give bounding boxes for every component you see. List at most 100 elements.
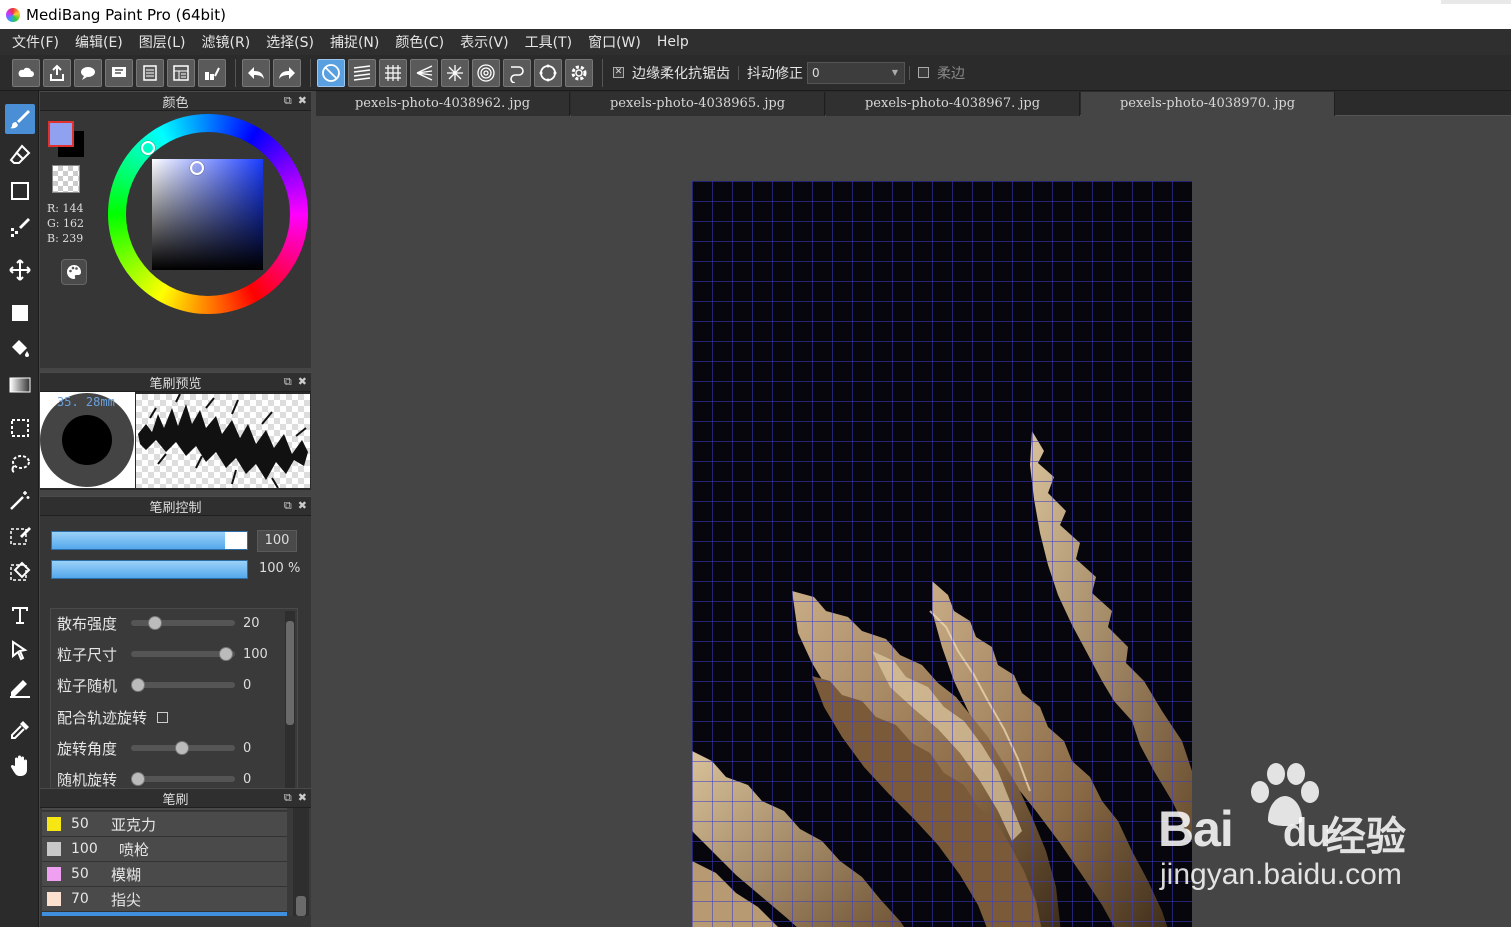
close-icon[interactable]: ✖: [298, 375, 307, 389]
grid-snap-icon[interactable]: [379, 58, 407, 87]
menu-select[interactable]: 选择(S): [258, 32, 322, 52]
soft-edge-checkbox[interactable]: [918, 67, 929, 78]
snap-off-icon[interactable]: [317, 58, 345, 87]
g-value: G: 162: [47, 217, 84, 230]
tab-document-2[interactable]: pexels-photo-4038965. jpg: [571, 92, 825, 116]
saturation-value-square[interactable]: [152, 159, 263, 270]
list-item[interactable]: 50 模糊: [42, 862, 287, 887]
brush-size-value[interactable]: 100: [257, 530, 297, 552]
vanishing-snap-icon[interactable]: [410, 58, 438, 87]
dot-icon[interactable]: [5, 212, 35, 242]
stroke-preview-icon: [138, 394, 308, 488]
shape-icon[interactable]: [5, 176, 35, 206]
chat-icon[interactable]: [105, 58, 133, 87]
menu-window[interactable]: 窗口(W): [580, 32, 649, 52]
edit-icon[interactable]: [198, 58, 226, 87]
move-icon[interactable]: [5, 255, 35, 285]
undock-icon[interactable]: ⧉: [284, 94, 292, 108]
menu-help[interactable]: Help: [649, 34, 697, 50]
page-icon[interactable]: [136, 58, 164, 87]
stabilizer-label: 抖动修正: [747, 65, 803, 82]
scatter-slider[interactable]: [131, 620, 235, 626]
undo-icon[interactable]: [242, 58, 270, 87]
parallel-snap-icon[interactable]: [348, 58, 376, 87]
list-item[interactable]: 50 亚克力: [42, 812, 287, 837]
list-item[interactable]: 70 指尖: [42, 887, 287, 912]
brush-icon[interactable]: [5, 104, 35, 134]
text-icon[interactable]: [5, 600, 35, 630]
sv-marker[interactable]: [190, 161, 204, 175]
menu-tools[interactable]: 工具(T): [517, 32, 580, 52]
menu-filter[interactable]: 滤镜(R): [194, 32, 259, 52]
palette-icon[interactable]: [61, 259, 87, 285]
tab-document-4[interactable]: pexels-photo-4038970. jpg: [1081, 92, 1335, 116]
close-icon[interactable]: ✖: [298, 94, 307, 108]
rect-select-icon[interactable]: [5, 413, 35, 443]
redo-icon[interactable]: [273, 58, 301, 87]
menu-color[interactable]: 颜色(C): [387, 32, 452, 52]
gradient-icon[interactable]: [5, 370, 35, 400]
random-rotation-slider[interactable]: [131, 776, 235, 782]
close-icon[interactable]: ✖: [298, 499, 307, 513]
menu-edit[interactable]: 编辑(E): [67, 32, 131, 52]
layout-icon[interactable]: [167, 58, 195, 87]
size-slider-handle[interactable]: [225, 532, 247, 549]
rotation-angle-slider-thumb[interactable]: [175, 741, 189, 755]
brush-list-scrollbar[interactable]: [293, 808, 309, 916]
menu-snap[interactable]: 捕捉(N): [322, 32, 387, 52]
divide-icon[interactable]: [5, 672, 35, 702]
undock-icon[interactable]: ⧉: [284, 791, 292, 805]
particle-size-slider-thumb[interactable]: [219, 647, 233, 661]
comment-icon[interactable]: [74, 58, 102, 87]
select-pen-icon[interactable]: [5, 521, 35, 551]
fill-rect-icon[interactable]: [5, 298, 35, 328]
list-item[interactable]: [42, 808, 287, 811]
hue-marker[interactable]: [141, 141, 155, 155]
stabilizer-select[interactable]: 0 ▼: [807, 61, 905, 84]
hand-icon[interactable]: [5, 751, 35, 781]
brush-size-slider[interactable]: [51, 531, 248, 550]
random-rotation-slider-thumb[interactable]: [131, 772, 145, 786]
circle-snap-icon[interactable]: [534, 58, 562, 87]
snap-settings-icon[interactable]: [565, 58, 593, 87]
close-icon[interactable]: ✖: [298, 791, 307, 805]
bucket-icon[interactable]: [5, 334, 35, 364]
undock-icon[interactable]: ⧉: [284, 375, 292, 389]
menu-view[interactable]: 表示(V): [452, 32, 517, 52]
transparent-color-swatch[interactable]: [52, 165, 80, 193]
toolbar-separator: [235, 58, 236, 87]
brush-opacity-slider[interactable]: [51, 560, 248, 579]
brush-opacity-value: 100 %: [259, 561, 301, 576]
undock-icon[interactable]: ⧉: [284, 499, 292, 513]
list-item[interactable]: 100 喷枪: [42, 837, 287, 862]
tab-document-1[interactable]: pexels-photo-4038962. jpg: [316, 92, 570, 116]
tab-document-3[interactable]: pexels-photo-4038967. jpg: [826, 92, 1080, 116]
particle-random-slider-thumb[interactable]: [131, 678, 145, 692]
param-list-scrollbar[interactable]: [285, 611, 295, 789]
menu-layer[interactable]: 图层(L): [131, 32, 194, 52]
eyedropper-icon[interactable]: [5, 715, 35, 745]
antialias-checkbox[interactable]: ✕: [613, 67, 624, 78]
radial-snap-icon[interactable]: [441, 58, 469, 87]
scrollbar-thumb[interactable]: [296, 896, 306, 916]
cloud-icon[interactable]: [12, 58, 40, 87]
concentric-snap-icon[interactable]: [472, 58, 500, 87]
operation-icon[interactable]: [5, 636, 35, 666]
share-icon[interactable]: [43, 58, 71, 87]
eraser-icon[interactable]: [5, 140, 35, 170]
brush-preview-title: 笔刷预览: [149, 376, 202, 392]
lasso-icon[interactable]: [5, 449, 35, 479]
particle-random-slider[interactable]: [131, 682, 235, 688]
curve-snap-icon[interactable]: [503, 58, 531, 87]
follow-rotation-checkbox[interactable]: [157, 711, 169, 723]
select-eraser-icon[interactable]: [5, 557, 35, 587]
brush-name: 亚克力: [111, 815, 157, 834]
foreground-color-swatch[interactable]: [48, 121, 74, 147]
menu-file[interactable]: 文件(F): [4, 32, 67, 52]
scrollbar-thumb[interactable]: [286, 621, 294, 725]
magic-wand-icon[interactable]: [5, 485, 35, 515]
window-controls[interactable]: [1441, 0, 1511, 4]
document-canvas[interactable]: [692, 181, 1192, 927]
list-item-selected[interactable]: [42, 912, 287, 916]
scatter-slider-thumb[interactable]: [148, 616, 162, 630]
